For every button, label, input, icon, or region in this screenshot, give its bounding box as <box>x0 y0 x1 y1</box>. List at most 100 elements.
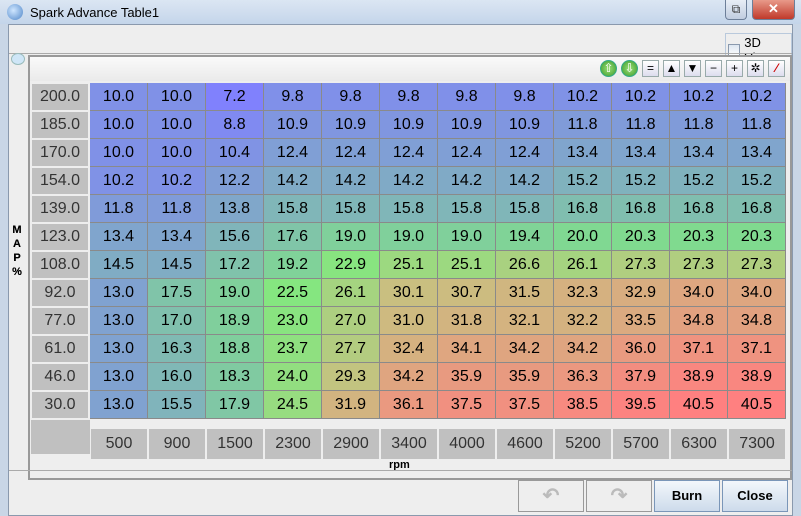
table-cell[interactable]: 32.3 <box>554 279 612 307</box>
table-cell[interactable]: 12.4 <box>496 139 554 167</box>
table-cell[interactable]: 10.0 <box>90 111 148 139</box>
down-button[interactable]: ▼ <box>684 60 701 77</box>
table-cell[interactable]: 10.0 <box>148 83 206 111</box>
table-cell[interactable]: 24.0 <box>264 363 322 391</box>
table-cell[interactable]: 20.3 <box>728 223 786 251</box>
table-cell[interactable]: 19.0 <box>380 223 438 251</box>
table-cell[interactable]: 23.7 <box>264 335 322 363</box>
table-cell[interactable]: 25.1 <box>380 251 438 279</box>
table-cell[interactable]: 9.8 <box>438 83 496 111</box>
column-header[interactable]: 6300 <box>670 428 728 460</box>
table-cell[interactable]: 15.8 <box>264 195 322 223</box>
close-button[interactable]: Close <box>722 480 788 512</box>
row-header[interactable]: 170.0 <box>31 139 89 167</box>
row-header[interactable]: 108.0 <box>31 251 89 279</box>
table-cell[interactable]: 19.4 <box>496 223 554 251</box>
table-cell[interactable]: 10.2 <box>554 83 612 111</box>
row-header[interactable]: 46.0 <box>31 363 89 391</box>
table-cell[interactable]: 16.8 <box>554 195 612 223</box>
table-cell[interactable]: 18.9 <box>206 307 264 335</box>
table-cell[interactable]: 35.9 <box>496 363 554 391</box>
table-cell[interactable]: 13.4 <box>90 223 148 251</box>
table-cell[interactable]: 34.2 <box>496 335 554 363</box>
table-cell[interactable]: 19.0 <box>206 279 264 307</box>
table-cell[interactable]: 17.9 <box>206 391 264 419</box>
table-cell[interactable]: 12.4 <box>322 139 380 167</box>
table-cell[interactable]: 20.0 <box>554 223 612 251</box>
table-cell[interactable]: 17.6 <box>264 223 322 251</box>
table-cell[interactable]: 17.2 <box>206 251 264 279</box>
table-cell[interactable]: 13.0 <box>90 307 148 335</box>
table-cell[interactable]: 19.0 <box>438 223 496 251</box>
table-cell[interactable]: 15.6 <box>206 223 264 251</box>
table-cell[interactable]: 34.2 <box>380 363 438 391</box>
table-cell[interactable]: 10.0 <box>148 139 206 167</box>
table-cell[interactable]: 19.0 <box>322 223 380 251</box>
column-header[interactable]: 5200 <box>554 428 612 460</box>
table-cell[interactable]: 10.2 <box>728 83 786 111</box>
table-cell[interactable]: 20.3 <box>670 223 728 251</box>
table-cell[interactable]: 13.4 <box>728 139 786 167</box>
table-cell[interactable]: 13.8 <box>206 195 264 223</box>
row-header[interactable]: 154.0 <box>31 167 89 195</box>
table-cell[interactable]: 31.8 <box>438 307 496 335</box>
table-cell[interactable]: 33.5 <box>612 307 670 335</box>
table-cell[interactable]: 16.8 <box>728 195 786 223</box>
plus-button[interactable]: + <box>726 60 743 77</box>
table-cell[interactable]: 38.5 <box>554 391 612 419</box>
table-cell[interactable]: 20.3 <box>612 223 670 251</box>
table-cell[interactable]: 27.0 <box>322 307 380 335</box>
row-header[interactable]: 77.0 <box>31 307 89 335</box>
row-header[interactable]: 200.0 <box>31 83 89 111</box>
table-cell[interactable]: 11.8 <box>148 195 206 223</box>
table-cell[interactable]: 34.2 <box>554 335 612 363</box>
table-cell[interactable]: 13.4 <box>554 139 612 167</box>
table-cell[interactable]: 34.0 <box>670 279 728 307</box>
table-cell[interactable]: 31.0 <box>380 307 438 335</box>
table-cell[interactable]: 32.9 <box>612 279 670 307</box>
table-cell[interactable]: 40.5 <box>728 391 786 419</box>
table-cell[interactable]: 17.5 <box>148 279 206 307</box>
table-cell[interactable]: 7.2 <box>206 83 264 111</box>
table-cell[interactable]: 9.8 <box>322 83 380 111</box>
table-cell[interactable]: 37.9 <box>612 363 670 391</box>
table-cell[interactable]: 13.4 <box>148 223 206 251</box>
column-header[interactable]: 7300 <box>728 428 786 460</box>
column-header[interactable]: 2900 <box>322 428 380 460</box>
table-cell[interactable]: 10.0 <box>90 139 148 167</box>
row-header[interactable]: 30.0 <box>31 391 89 419</box>
table-cell[interactable]: 9.8 <box>264 83 322 111</box>
table-cell[interactable]: 10.2 <box>670 83 728 111</box>
table-cell[interactable]: 32.4 <box>380 335 438 363</box>
table-cell[interactable]: 27.7 <box>322 335 380 363</box>
table-cell[interactable]: 37.5 <box>438 391 496 419</box>
table-cell[interactable]: 15.2 <box>728 167 786 195</box>
table-cell[interactable]: 9.8 <box>496 83 554 111</box>
table-cell[interactable]: 29.3 <box>322 363 380 391</box>
table-cell[interactable]: 22.5 <box>264 279 322 307</box>
undo-button[interactable]: ↶ <box>518 480 584 512</box>
table-cell[interactable]: 27.3 <box>612 251 670 279</box>
table-cell[interactable]: 34.8 <box>728 307 786 335</box>
table-cell[interactable]: 10.0 <box>148 111 206 139</box>
table-cell[interactable]: 8.8 <box>206 111 264 139</box>
table-cell[interactable]: 11.8 <box>612 111 670 139</box>
table-cell[interactable]: 15.2 <box>670 167 728 195</box>
table-cell[interactable]: 40.5 <box>670 391 728 419</box>
color-button[interactable]: ⁄ <box>768 60 785 77</box>
table-cell[interactable]: 15.2 <box>612 167 670 195</box>
table-cell[interactable]: 37.5 <box>496 391 554 419</box>
table-cell[interactable]: 36.3 <box>554 363 612 391</box>
multiply-button[interactable]: ✲ <box>747 60 764 77</box>
table-cell[interactable]: 32.2 <box>554 307 612 335</box>
up-button[interactable]: ▲ <box>663 60 680 77</box>
table-cell[interactable]: 23.0 <box>264 307 322 335</box>
table-cell[interactable]: 10.4 <box>206 139 264 167</box>
table-cell[interactable]: 10.2 <box>148 167 206 195</box>
table-cell[interactable]: 34.0 <box>728 279 786 307</box>
table-cell[interactable]: 10.2 <box>90 167 148 195</box>
table-cell[interactable]: 13.0 <box>90 391 148 419</box>
table-cell[interactable]: 31.5 <box>496 279 554 307</box>
table-cell[interactable]: 11.8 <box>554 111 612 139</box>
table-cell[interactable]: 27.3 <box>728 251 786 279</box>
